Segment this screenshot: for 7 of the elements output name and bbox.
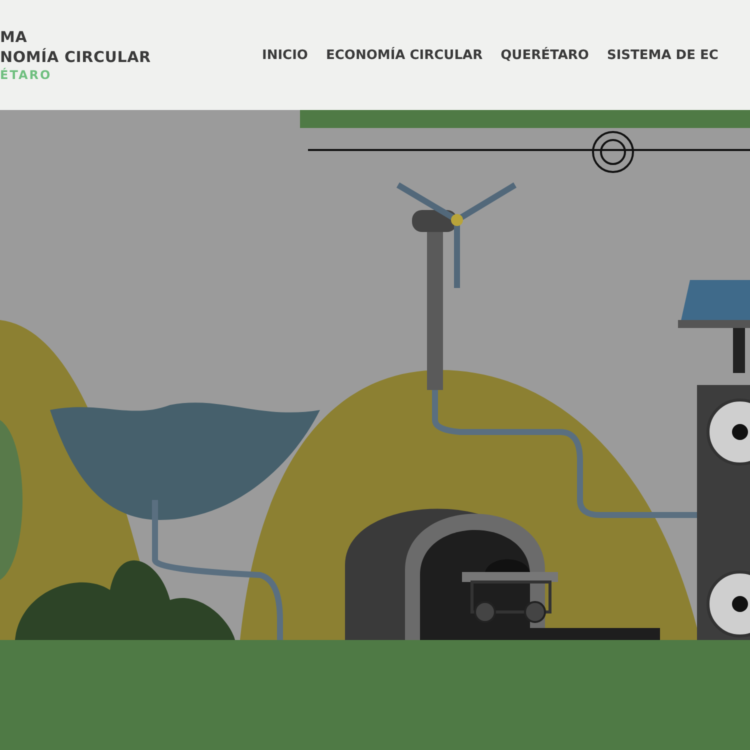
nav-link[interactable]: INICIO <box>262 48 308 62</box>
nav-link[interactable]: QUERÉTARO <box>500 48 589 62</box>
logo-title: MA <box>0 28 28 46</box>
logo-title: NOMÍA CIRCULAR <box>0 48 152 66</box>
nav-link[interactable]: ECONOMÍA CIRCULAR <box>326 48 483 62</box>
nav-link[interactable]: SISTEMA DE EC <box>606 48 718 62</box>
logo-subtitle: ÉTARO <box>0 68 53 82</box>
